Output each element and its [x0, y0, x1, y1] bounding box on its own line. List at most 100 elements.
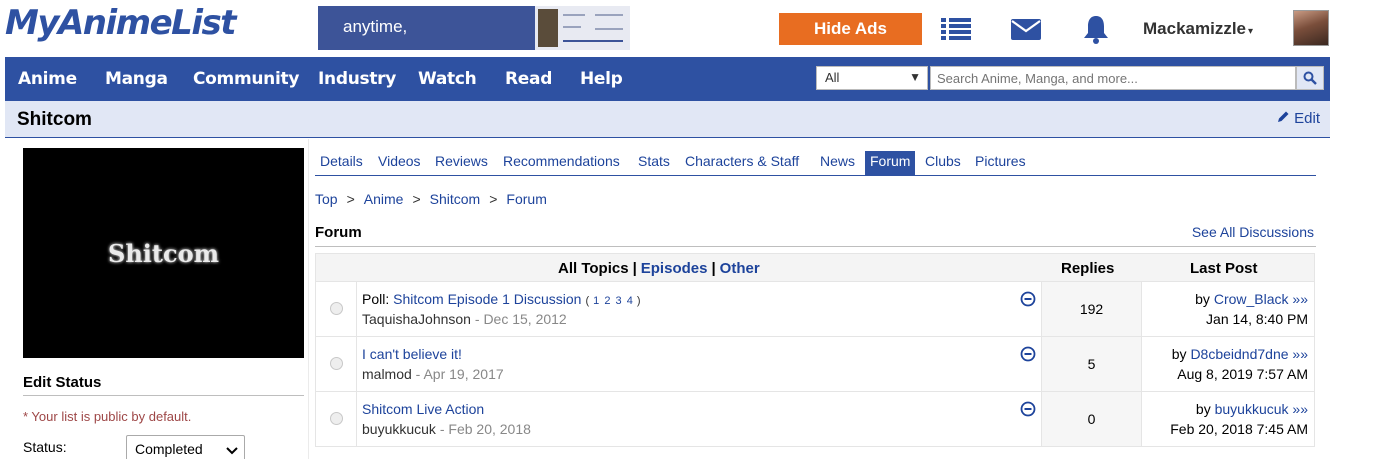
last-post-jump-link[interactable]: »» [1292, 291, 1308, 307]
tab-videos[interactable]: Videos [373, 151, 426, 175]
tab-details[interactable]: Details [315, 151, 368, 175]
avatar[interactable] [1293, 10, 1329, 46]
top-header: MyAnimeList anytime, Hide Ads Mackamizzl… [0, 0, 1330, 57]
nav-item-anime[interactable]: Anime [18, 69, 77, 89]
last-post-time: Aug 8, 2019 7:57 AM [1177, 366, 1308, 382]
column-divider [308, 139, 309, 459]
username-label: Mackamizzle [1143, 19, 1246, 38]
col-replies-header: Replies [1061, 260, 1115, 277]
tab-reviews[interactable]: Reviews [430, 151, 493, 175]
col-last-post-header: Last Post [1190, 260, 1258, 277]
page-link[interactable]: 1 [593, 295, 599, 307]
tab-forum[interactable]: Forum [865, 151, 916, 175]
title-bar: Shitcom Edit [5, 101, 1330, 138]
tab-recommendations[interactable]: Recommendations [498, 151, 625, 175]
nav-item-read[interactable]: Read [505, 69, 552, 89]
tab-stats[interactable]: Stats [633, 151, 675, 175]
hide-ads-button[interactable]: Hide Ads [779, 13, 922, 45]
replies-count: 192 [1041, 282, 1142, 336]
ad-banner[interactable]: anytime, [318, 6, 630, 50]
radio-icon[interactable] [330, 412, 343, 425]
search-category-select[interactable]: All ▼ [816, 66, 928, 90]
breadcrumb-forum[interactable]: Forum [506, 191, 546, 207]
filter-all-topics[interactable]: All Topics [558, 260, 629, 277]
mail-icon[interactable] [1009, 12, 1043, 46]
search-button[interactable] [1296, 66, 1324, 90]
user-menu[interactable]: Mackamizzle ▾ [1143, 19, 1253, 39]
topic-author[interactable]: TaquishaJohnson [362, 311, 471, 327]
status-label: Status: [23, 439, 67, 455]
topic-prefix: Poll: [362, 291, 394, 307]
last-post-jump-link[interactable]: »» [1292, 401, 1308, 417]
nav-item-help[interactable]: Help [580, 69, 623, 89]
edit-label: Edit [1294, 110, 1320, 127]
minus-circle-icon[interactable] [1020, 401, 1036, 422]
minus-circle-icon[interactable] [1020, 346, 1036, 367]
cover-text: Shitcom [108, 238, 219, 268]
topic-cell: I can't believe it! malmod - Apr 19, 201… [356, 337, 1041, 391]
page-link[interactable]: 4 [627, 295, 633, 307]
search-category-value: All [825, 70, 840, 85]
bell-icon[interactable] [1079, 12, 1113, 46]
chevron-down-icon: ▾ [1248, 26, 1254, 37]
search-input[interactable] [930, 66, 1296, 90]
ad-banner-image [535, 6, 630, 50]
forum-table-header: All Topics | Episodes | Other Replies Last P… [316, 254, 1314, 282]
last-post-user-link[interactable]: buyukkucuk [1215, 401, 1289, 417]
replies-count: 0 [1041, 392, 1142, 446]
filter-episodes[interactable]: Episodes [641, 260, 708, 277]
table-row: Shitcom Live Action buyukkucuk - Feb 20,… [316, 392, 1314, 447]
topic-cell: Shitcom Live Action buyukkucuk - Feb 20,… [356, 392, 1041, 446]
chevron-down-icon [226, 442, 238, 458]
status-select-value: Completed [135, 441, 203, 457]
last-post-user-link[interactable]: Crow_Black [1214, 291, 1289, 307]
see-all-discussions-link[interactable]: See All Discussions [1192, 224, 1314, 240]
topic-author[interactable]: malmod [362, 366, 412, 382]
minus-circle-icon[interactable] [1020, 291, 1036, 312]
breadcrumb-shitcom[interactable]: Shitcom [430, 191, 481, 207]
breadcrumb-top[interactable]: Top [315, 191, 338, 207]
nav-item-manga[interactable]: Manga [105, 69, 168, 89]
topic-author[interactable]: buyukkucuk [362, 421, 436, 437]
cover-image[interactable]: Shitcom [23, 148, 304, 358]
edit-status-heading: Edit Status [23, 374, 304, 396]
breadcrumb: Top > Anime > Shitcom > Forum [315, 191, 547, 207]
status-select[interactable]: Completed [126, 435, 245, 459]
last-post-user-link[interactable]: D8cbeidnd7dne [1190, 346, 1288, 362]
pencil-icon [1277, 111, 1289, 122]
topic-cell: Poll: Shitcom Episode 1 Discussion ( 1 2 … [356, 282, 1041, 336]
page-link[interactable]: 3 [616, 295, 622, 307]
edit-link[interactable]: Edit [1277, 110, 1320, 127]
last-post-jump-link[interactable]: »» [1292, 346, 1308, 362]
nav-item-industry[interactable]: Industry [318, 69, 396, 89]
nav-item-community[interactable]: Community [193, 69, 299, 89]
table-row: I can't believe it! malmod - Apr 19, 201… [316, 337, 1314, 392]
page-link[interactable]: 2 [604, 295, 610, 307]
last-post-time: Jan 14, 8:40 PM [1206, 311, 1308, 327]
nav-item-watch[interactable]: Watch [418, 69, 477, 89]
breadcrumb-anime[interactable]: Anime [364, 191, 404, 207]
radio-icon[interactable] [330, 357, 343, 370]
tab-news[interactable]: News [815, 151, 860, 175]
public-note: * Your list is public by default. [23, 409, 192, 424]
topic-title-link[interactable]: Shitcom Episode 1 Discussion [393, 291, 581, 307]
tab-characters-staff[interactable]: Characters & Staff [680, 151, 804, 175]
topic-title-link[interactable]: I can't believe it! [362, 346, 462, 362]
dropdown-arrow-icon: ▼ [909, 70, 921, 84]
site-logo[interactable]: MyAnimeList [5, 3, 236, 43]
last-post-cell: by buyukkucuk »» Feb 20, 2018 7:45 AM [1170, 401, 1308, 437]
last-post-cell: by D8cbeidnd7dne »» Aug 8, 2019 7:57 AM [1171, 346, 1308, 382]
list-icon[interactable] [939, 12, 973, 46]
topic-filter: All Topics | Episodes | Other [558, 260, 760, 277]
filter-other[interactable]: Other [720, 260, 760, 277]
page-title: Shitcom [17, 109, 92, 130]
radio-icon[interactable] [330, 302, 343, 315]
tab-clubs[interactable]: Clubs [920, 151, 966, 175]
anime-tabs: Details Videos Reviews Recommendations S… [315, 151, 1316, 176]
forum-table: All Topics | Episodes | Other Replies Last P… [315, 253, 1315, 447]
topic-title-link[interactable]: Shitcom Live Action [362, 401, 484, 417]
tab-pictures[interactable]: Pictures [970, 151, 1031, 175]
topic-date: Apr 19, 2017 [423, 366, 504, 382]
main-nav: Anime Manga Community Industry Watch Rea… [5, 57, 1330, 101]
replies-count: 5 [1041, 337, 1142, 391]
